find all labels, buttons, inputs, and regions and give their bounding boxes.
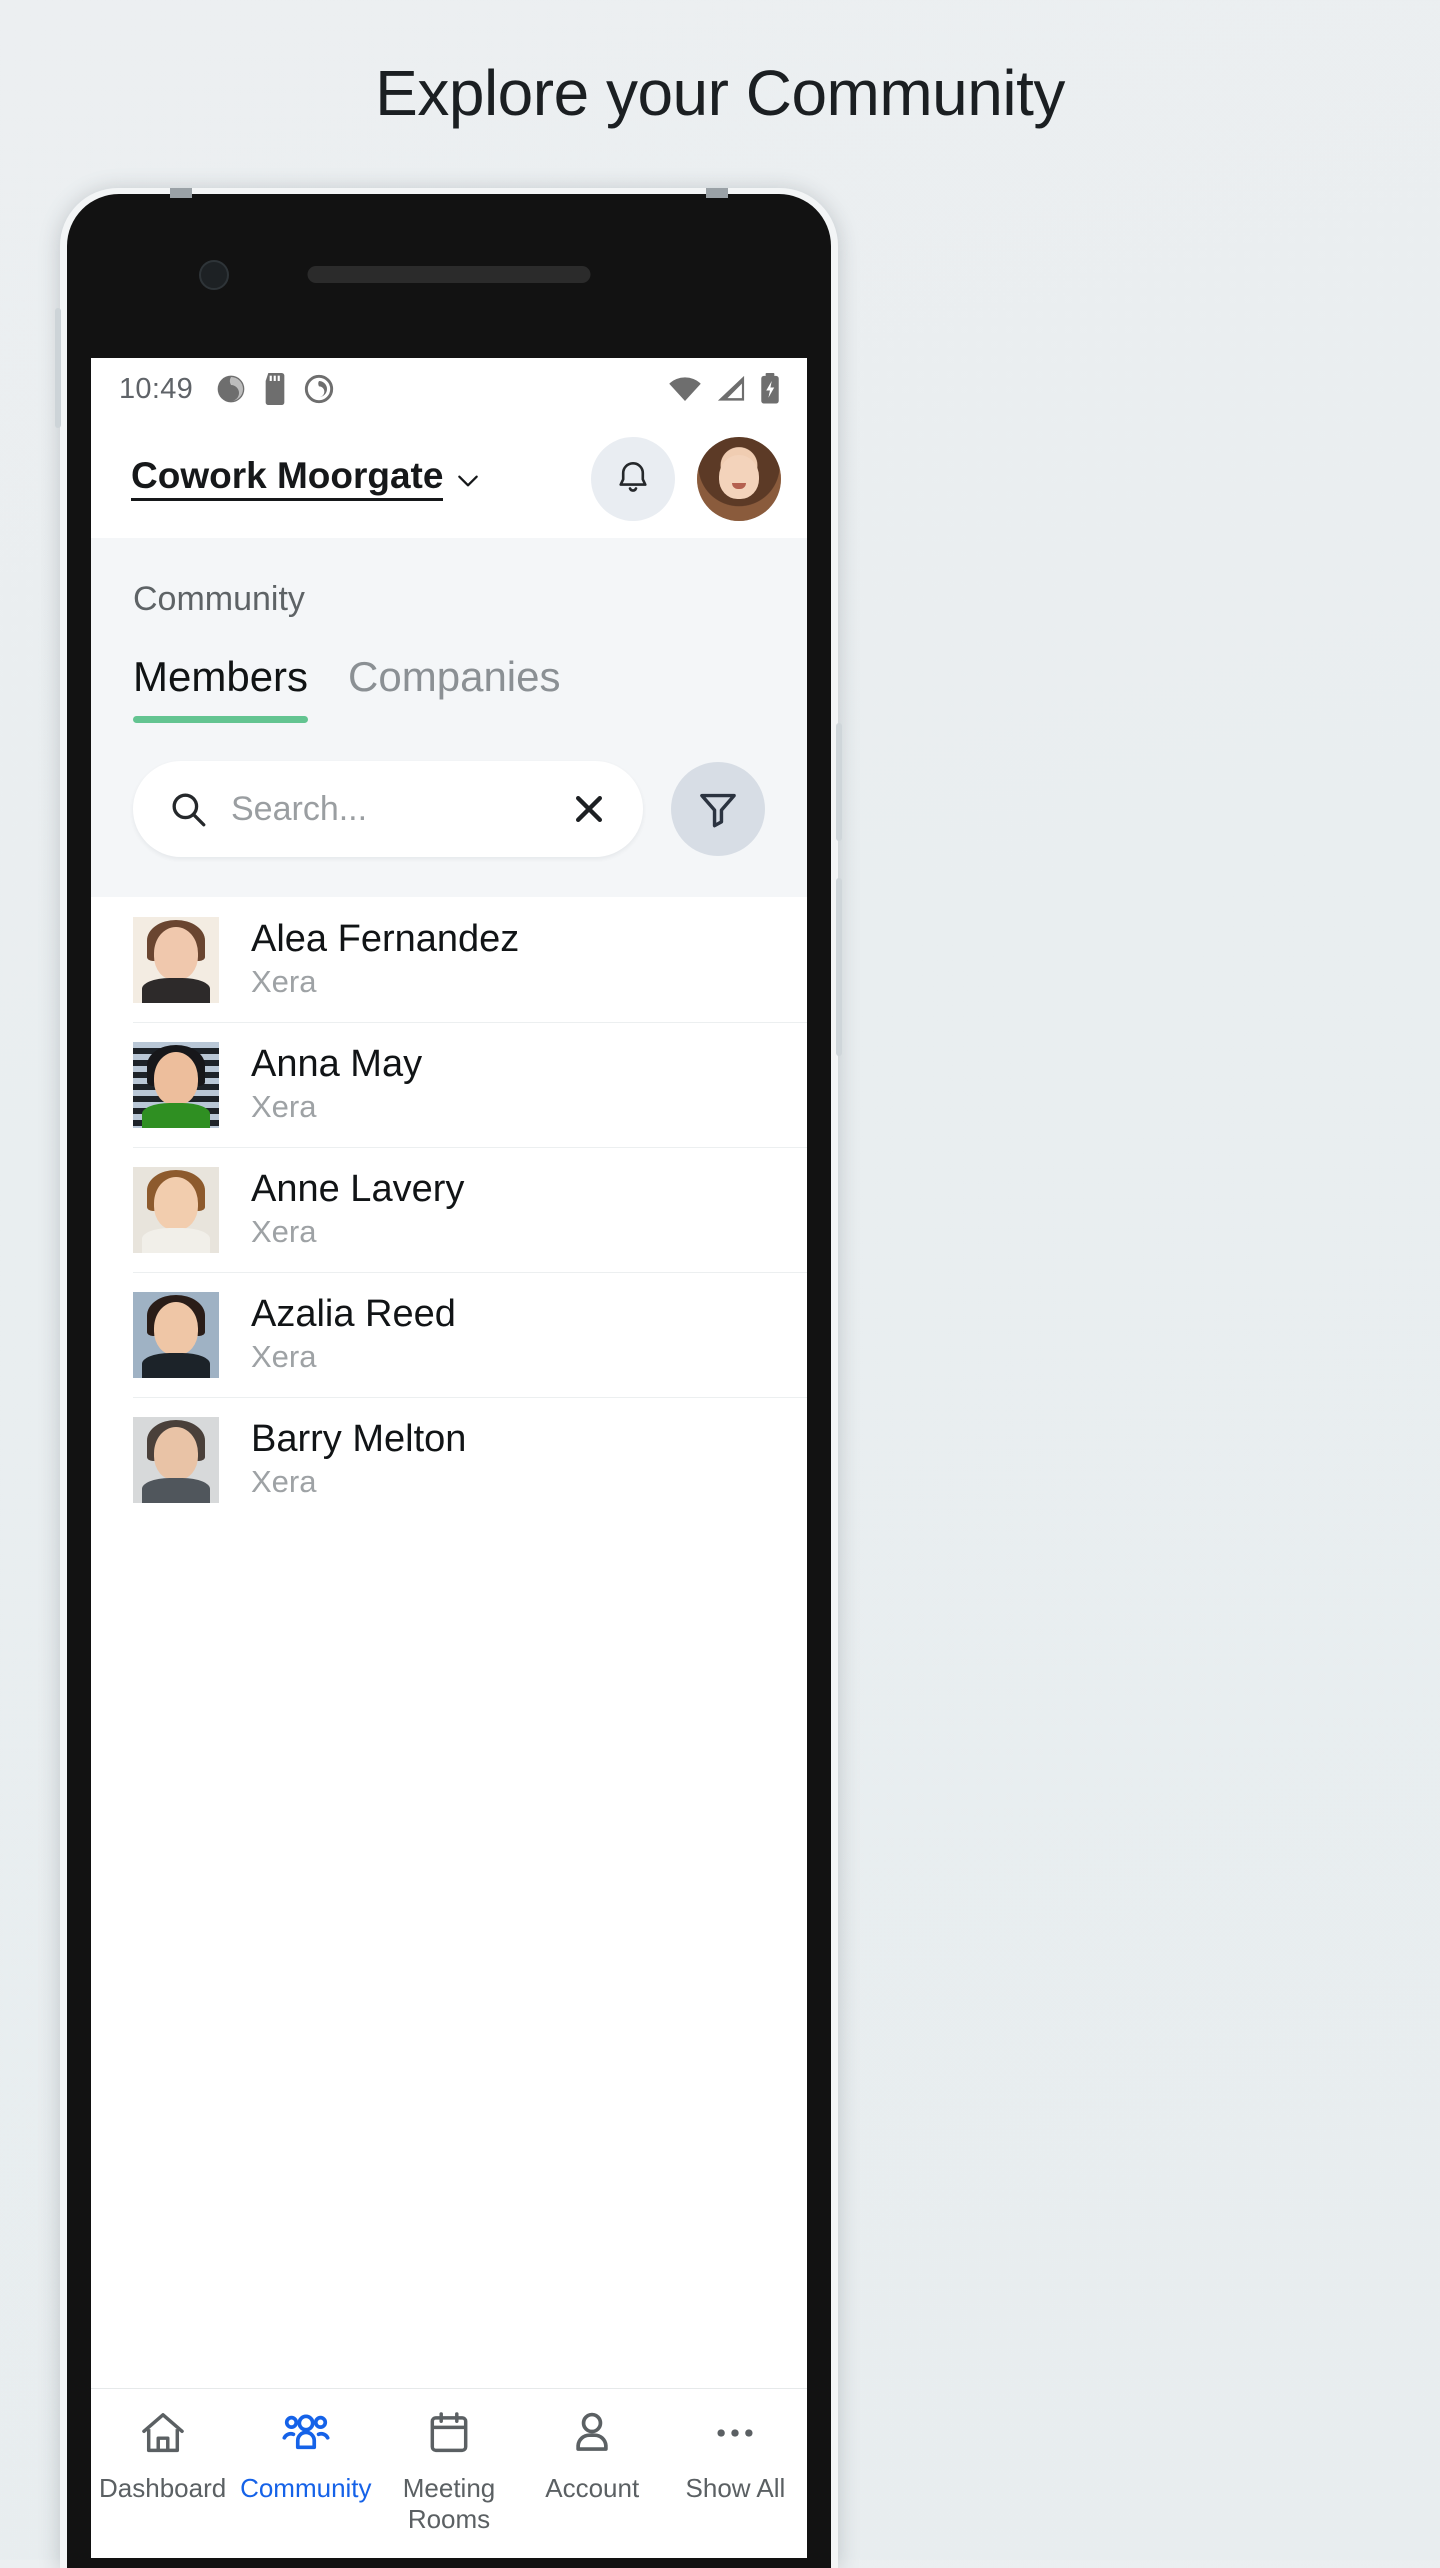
community-subheader: Community Members Companies Search... [91,538,807,897]
page-title: Explore your Community [375,56,1065,129]
person-icon [576,2412,608,2451]
list-item[interactable]: Barry Melton Xera [91,1397,807,1522]
close-icon[interactable] [569,789,609,829]
battery-charging-icon [761,373,779,404]
search-input[interactable]: Search... [133,761,643,857]
list-item[interactable]: Azalia Reed Xera [91,1272,807,1397]
member-company: Xera [251,1214,317,1250]
calendar-icon [430,2412,468,2453]
member-text: Alea Fernandez Xera [251,918,520,1000]
member-company: Xera [251,1089,317,1125]
member-text: Anna May Xera [251,1043,423,1125]
nav-label: Dashboard [99,2473,227,2503]
earpiece-speaker [307,266,591,283]
member-company: Xera [251,1464,317,1500]
avatar[interactable] [697,437,781,521]
member-name: Barry Melton [251,1418,467,1461]
status-time: 10:49 [119,372,194,405]
nav-item-meeting-rooms[interactable]: Meeting Rooms [377,2407,520,2534]
nav-label: Community [240,2473,372,2503]
nav-item-show-all[interactable]: Show All [664,2407,807,2504]
app-badge-icon [217,375,245,403]
bezel-notch-right [706,188,728,198]
list-item[interactable]: Anna May Xera [91,1022,807,1147]
app-header: Cowork Moorgate [91,420,807,538]
search-icon [172,793,206,827]
status-left-icons [215,373,335,405]
list-item[interactable]: Anne Lavery Xera [91,1147,807,1272]
filter-funnel-icon [700,793,736,828]
member-name: Anna May [251,1043,423,1086]
venue-selector[interactable]: Cowork Moorgate [131,456,481,502]
status-right-icons [667,373,781,405]
nav-item-account[interactable]: Account [521,2407,664,2504]
member-text: Barry Melton Xera [251,1418,467,1500]
nav-label: Meeting Rooms [402,2473,496,2534]
member-text: Azalia Reed Xera [251,1293,456,1375]
header-actions [591,437,781,521]
wifi-icon [669,377,701,401]
phone-screen: 10:49 Cowork Moorgate Community Members … [91,358,807,2558]
front-camera-icon [199,260,229,290]
side-edge-left [55,308,61,428]
nav-label: Account [545,2473,640,2503]
member-list[interactable]: Alea Fernandez Xera Anna May Xera Anne L… [91,897,807,2388]
tab-members[interactable]: Members [133,653,309,723]
member-company: Xera [251,964,317,1000]
volume-button[interactable] [836,723,842,841]
nav-item-dashboard[interactable]: Dashboard [91,2407,234,2504]
tab-bar: Members Companies [91,653,807,723]
sd-card-icon [265,373,285,405]
member-photo [133,916,219,1003]
member-photo [133,1166,219,1253]
nav-label: Show All [685,2473,786,2503]
search-row: Search... [91,723,807,897]
nav-item-community[interactable]: Community [234,2407,377,2504]
notifications-button[interactable] [591,437,675,521]
phone-bezel: 10:49 Cowork Moorgate Community Members … [67,194,831,2568]
member-photo [133,1041,219,1128]
power-button[interactable] [836,878,842,1056]
member-name: Anne Lavery [251,1168,465,1211]
member-name: Alea Fernandez [251,918,520,961]
venue-name: Cowork Moorgate [131,456,444,502]
bell-icon [619,461,647,492]
status-bar: 10:49 [91,358,807,420]
filter-button[interactable] [671,762,765,856]
tab-companies[interactable]: Companies [348,653,560,723]
member-photo [133,1291,219,1378]
section-label: Community [133,580,305,618]
member-name: Azalia Reed [251,1293,456,1336]
cellular-signal-icon [717,375,745,401]
do-not-disturb-icon [304,374,334,404]
bottom-nav: Dashboard Community Meeting Rooms Accoun… [91,2388,807,2558]
member-photo [133,1416,219,1503]
ellipsis-icon [717,2429,753,2437]
member-company: Xera [251,1339,317,1375]
home-icon [141,2413,184,2453]
chevron-down-icon [458,475,479,487]
member-text: Anne Lavery Xera [251,1168,465,1250]
people-group-icon [282,2414,330,2450]
phone-mockup: 10:49 Cowork Moorgate Community Members … [55,188,842,2568]
bezel-notch-left [170,188,192,198]
search-placeholder: Search... [231,789,368,828]
list-item[interactable]: Alea Fernandez Xera [91,897,807,1022]
